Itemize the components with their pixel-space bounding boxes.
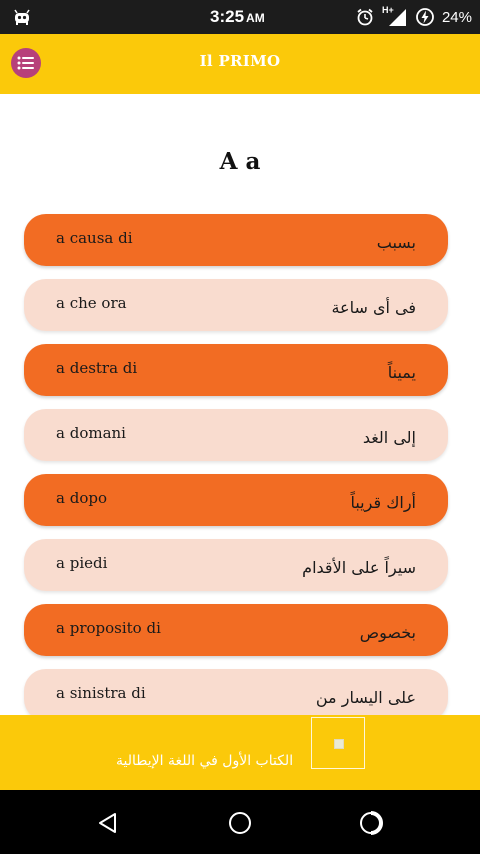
word-row[interactable]: a proposito di بخصوص: [24, 604, 448, 656]
arabic-translation: إلى الغد: [362, 427, 416, 447]
recents-button[interactable]: [356, 808, 386, 838]
italian-word: a piedi: [56, 554, 108, 572]
word-list: a causa di بسبب a che ora فى أى ساعة a destr…: [24, 214, 448, 715]
italian-word: a sinistra di: [56, 684, 146, 702]
home-circle-icon: [229, 812, 251, 834]
italian-word: a destra di: [56, 359, 138, 377]
section-heading: A a: [219, 148, 261, 175]
word-row[interactable]: a domani إلى الغد: [24, 409, 448, 461]
italian-word: a che ora: [56, 294, 127, 312]
italian-word: a proposito di: [56, 619, 161, 637]
broken-image-icon: [334, 739, 344, 749]
arabic-translation: بسبب: [376, 232, 416, 252]
arabic-translation: يميناً: [387, 362, 416, 382]
word-row[interactable]: a dopo أراك قريباً: [24, 474, 448, 526]
italian-word: a domani: [56, 424, 126, 442]
word-row[interactable]: a destra di يميناً: [24, 344, 448, 396]
arabic-translation: أراك قريباً: [350, 492, 416, 512]
battery-charging-icon: [416, 8, 434, 26]
word-row[interactable]: a sinistra di على اليسار من: [24, 669, 448, 715]
arabic-translation: سيراً على الأقدام: [302, 557, 416, 577]
back-button[interactable]: [94, 808, 124, 838]
home-button[interactable]: [225, 808, 255, 838]
banner-text: الكتاب الأول في اللغة الإيطالية: [116, 753, 294, 769]
word-row[interactable]: a piedi سيراً على الأقدام: [24, 539, 448, 591]
arabic-translation: فى أى ساعة: [331, 297, 416, 317]
clock: 3:25 AM: [210, 7, 265, 26]
word-row[interactable]: a causa di بسبب: [24, 214, 448, 266]
battery-percent: 24%: [441, 8, 472, 26]
android-bug-icon: [14, 9, 30, 25]
recents-icon: [360, 811, 383, 835]
app-bar: Il PRIMO: [0, 34, 480, 94]
italian-word: a causa di: [56, 229, 133, 247]
navigation-bar: [0, 790, 480, 854]
status-bar: 3:25 AM H+ 24%: [0, 0, 480, 34]
italian-word: a dopo: [56, 489, 107, 507]
word-row[interactable]: a che ora فى أى ساعة: [24, 279, 448, 331]
banner-image-placeholder[interactable]: [311, 717, 365, 769]
bottom-banner[interactable]: الكتاب الأول في اللغة الإيطالية: [0, 715, 480, 790]
content-area: A a a causa di بسبب a che ora فى أى ساعة a d…: [0, 94, 480, 715]
app-title: Il PRIMO: [199, 52, 281, 70]
alarm-icon: [357, 8, 373, 26]
arabic-translation: بخصوص: [359, 622, 416, 642]
signal-icon: H+: [382, 5, 408, 27]
arabic-translation: على اليسار من: [315, 687, 416, 707]
back-triangle-icon: [99, 813, 116, 833]
